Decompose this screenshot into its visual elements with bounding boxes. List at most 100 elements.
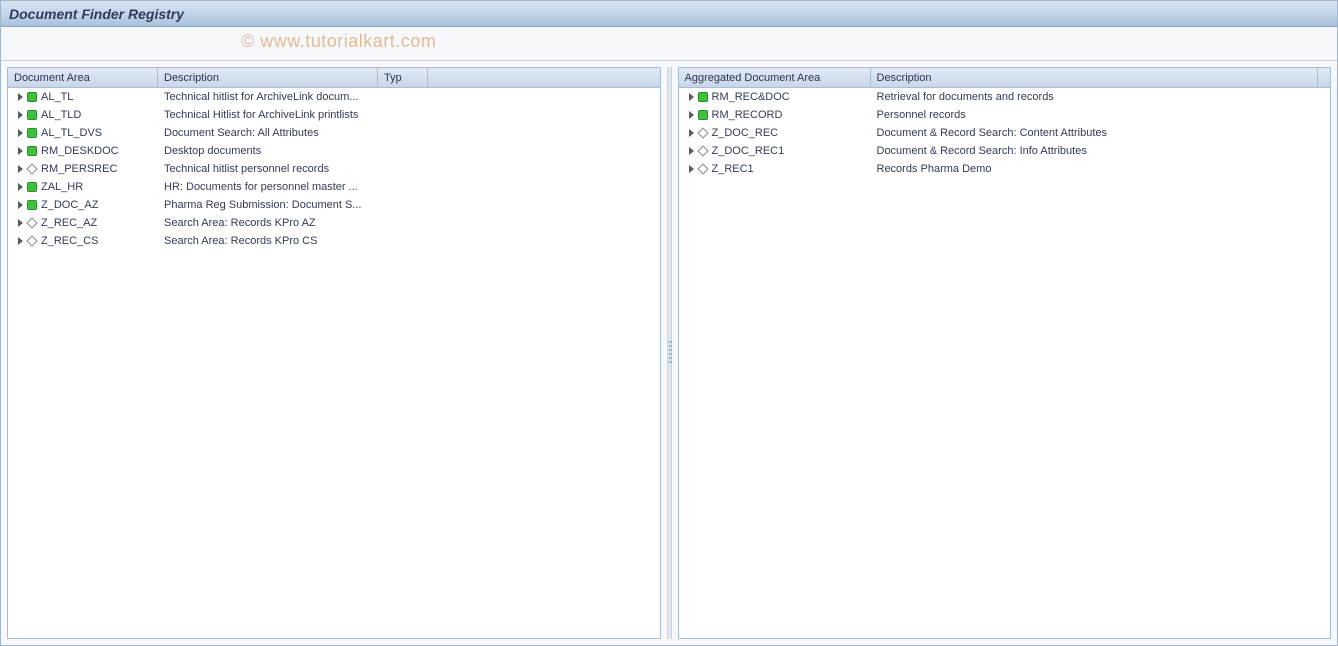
tree-row[interactable]: RM_RECORD Personnel records	[679, 106, 1331, 124]
tree-row-description: Technical hitlist for ArchiveLink docum.…	[158, 88, 378, 106]
expand-arrow-icon[interactable]	[18, 237, 23, 245]
right-column-headers: Aggregated Document Area Description	[679, 68, 1331, 88]
tree-row-area-label: RM_DESKDOC	[41, 142, 119, 160]
tree-row-description: HR: Documents for personnel master ...	[158, 178, 378, 196]
tree-row[interactable]: AL_TL Technical hitlist for ArchiveLink d…	[8, 88, 660, 106]
col-document-area[interactable]: Document Area	[8, 68, 158, 87]
left-column-headers: Document Area Description Typ	[8, 68, 660, 88]
tree-row[interactable]: Z_DOC_REC Document & Record Search: Conte…	[679, 124, 1331, 142]
tree-row-area-label: AL_TL	[41, 88, 73, 106]
app-window: Document Finder Registry © www.tutorialk…	[0, 0, 1338, 646]
expand-arrow-icon[interactable]	[18, 93, 23, 101]
status-green-icon	[27, 200, 37, 210]
tree-row-typ	[378, 232, 428, 250]
tree-row-description: Document & Record Search: Content Attrib…	[871, 124, 1331, 142]
tree-row[interactable]: Z_REC_CS Search Area: Records KPro CS	[8, 232, 660, 250]
expand-arrow-icon[interactable]	[689, 165, 694, 173]
tree-row-area: AL_TL_DVS	[8, 124, 158, 142]
tree-row-area: Z_DOC_REC1	[679, 142, 871, 160]
tree-row-area: Z_REC1	[679, 160, 871, 178]
tree-row-area: RM_DESKDOC	[8, 142, 158, 160]
expand-arrow-icon[interactable]	[18, 183, 23, 191]
tree-row-description: Search Area: Records KPro AZ	[158, 214, 378, 232]
tree-row-area-label: Z_DOC_REC	[712, 124, 779, 142]
tree-row-typ	[378, 160, 428, 178]
tree-row-area: AL_TL	[8, 88, 158, 106]
tree-row[interactable]: Z_REC1 Records Pharma Demo	[679, 160, 1331, 178]
expand-arrow-icon[interactable]	[689, 147, 694, 155]
status-green-icon	[27, 128, 37, 138]
status-green-icon	[27, 182, 37, 192]
tree-row[interactable]: RM_PERSRECTechnical hitlist personnel re…	[8, 160, 660, 178]
status-diamond-icon	[697, 145, 708, 156]
toolbar-area: © www.tutorialkart.com	[1, 27, 1337, 61]
tree-row-typ	[378, 196, 428, 214]
col-description[interactable]: Description	[871, 68, 1319, 87]
tree-row-area-label: Z_REC1	[712, 160, 754, 178]
tree-row-description: Retrieval for documents and records	[871, 88, 1331, 106]
tree-row[interactable]: ZAL_HRHR: Documents for personnel master…	[8, 178, 660, 196]
col-aggregated-document-area[interactable]: Aggregated Document Area	[679, 68, 871, 87]
tree-row-area: Z_REC_AZ	[8, 214, 158, 232]
tree-row-typ	[378, 106, 428, 124]
status-green-icon	[698, 110, 708, 120]
tree-row-area-label: Z_DOC_AZ	[41, 196, 98, 214]
tree-row-typ	[378, 124, 428, 142]
expand-arrow-icon[interactable]	[18, 111, 23, 119]
tree-row-area-label: RM_PERSREC	[41, 160, 117, 178]
tree-row-area-label: RM_REC&DOC	[712, 88, 790, 106]
col-spacer	[1318, 68, 1330, 87]
status-diamond-icon	[26, 235, 37, 246]
watermark-text: © www.tutorialkart.com	[241, 31, 436, 52]
right-tree-body[interactable]: RM_REC&DOC Retrieval for documents and re…	[679, 88, 1331, 638]
expand-arrow-icon[interactable]	[18, 147, 23, 155]
tree-row-typ	[378, 142, 428, 160]
status-green-icon	[27, 92, 37, 102]
col-spacer	[428, 68, 660, 87]
tree-row-typ	[378, 178, 428, 196]
tree-row[interactable]: AL_TLDTechnical Hitlist for ArchiveLink …	[8, 106, 660, 124]
status-diamond-icon	[697, 163, 708, 174]
expand-arrow-icon[interactable]	[18, 201, 23, 209]
tree-row-area: RM_PERSREC	[8, 160, 158, 178]
status-green-icon	[27, 146, 37, 156]
expand-arrow-icon[interactable]	[18, 219, 23, 227]
tree-row-typ	[378, 214, 428, 232]
tree-row-area: AL_TLD	[8, 106, 158, 124]
expand-arrow-icon[interactable]	[689, 111, 694, 119]
expand-arrow-icon[interactable]	[689, 129, 694, 137]
tree-row-area-label: AL_TL_DVS	[41, 124, 102, 142]
expand-arrow-icon[interactable]	[689, 93, 694, 101]
tree-row-description: Records Pharma Demo	[871, 160, 1331, 178]
tree-row-area-label: Z_REC_AZ	[41, 214, 97, 232]
tree-row[interactable]: AL_TL_DVS Document Search: All Attributes	[8, 124, 660, 142]
col-description[interactable]: Description	[158, 68, 378, 87]
tree-row[interactable]: Z_DOC_REC1Document & Record Search: Info…	[679, 142, 1331, 160]
tree-row-area: RM_RECORD	[679, 106, 871, 124]
tree-row-area: Z_DOC_AZ	[8, 196, 158, 214]
tree-row-description: Search Area: Records KPro CS	[158, 232, 378, 250]
tree-row[interactable]: RM_REC&DOC Retrieval for documents and re…	[679, 88, 1331, 106]
col-typ[interactable]: Typ	[378, 68, 428, 87]
tree-row-description: Pharma Reg Submission: Document S...	[158, 196, 378, 214]
expand-arrow-icon[interactable]	[18, 129, 23, 137]
tree-row-area-label: Z_DOC_REC1	[712, 142, 785, 160]
tree-row-area-label: AL_TLD	[41, 106, 81, 124]
left-tree-body[interactable]: AL_TL Technical hitlist for ArchiveLink d…	[8, 88, 660, 638]
tree-row-description: Document Search: All Attributes	[158, 124, 378, 142]
status-diamond-icon	[697, 127, 708, 138]
tree-row-area: Z_DOC_REC	[679, 124, 871, 142]
tree-row[interactable]: RM_DESKDOCDesktop documents	[8, 142, 660, 160]
expand-arrow-icon[interactable]	[18, 165, 23, 173]
tree-row[interactable]: Z_DOC_AZ Pharma Reg Submission: Document …	[8, 196, 660, 214]
tree-row-typ	[378, 88, 428, 106]
tree-row-area-label: RM_RECORD	[712, 106, 783, 124]
content-area: Document Area Description Typ AL_TL Techn…	[1, 61, 1337, 645]
tree-row-description: Personnel records	[871, 106, 1331, 124]
status-green-icon	[27, 110, 37, 120]
document-area-panel: Document Area Description Typ AL_TL Techn…	[7, 67, 661, 639]
tree-row-area-label: Z_REC_CS	[41, 232, 98, 250]
panel-splitter[interactable]	[667, 67, 672, 639]
status-green-icon	[698, 92, 708, 102]
tree-row[interactable]: Z_REC_AZ Search Area: Records KPro AZ	[8, 214, 660, 232]
